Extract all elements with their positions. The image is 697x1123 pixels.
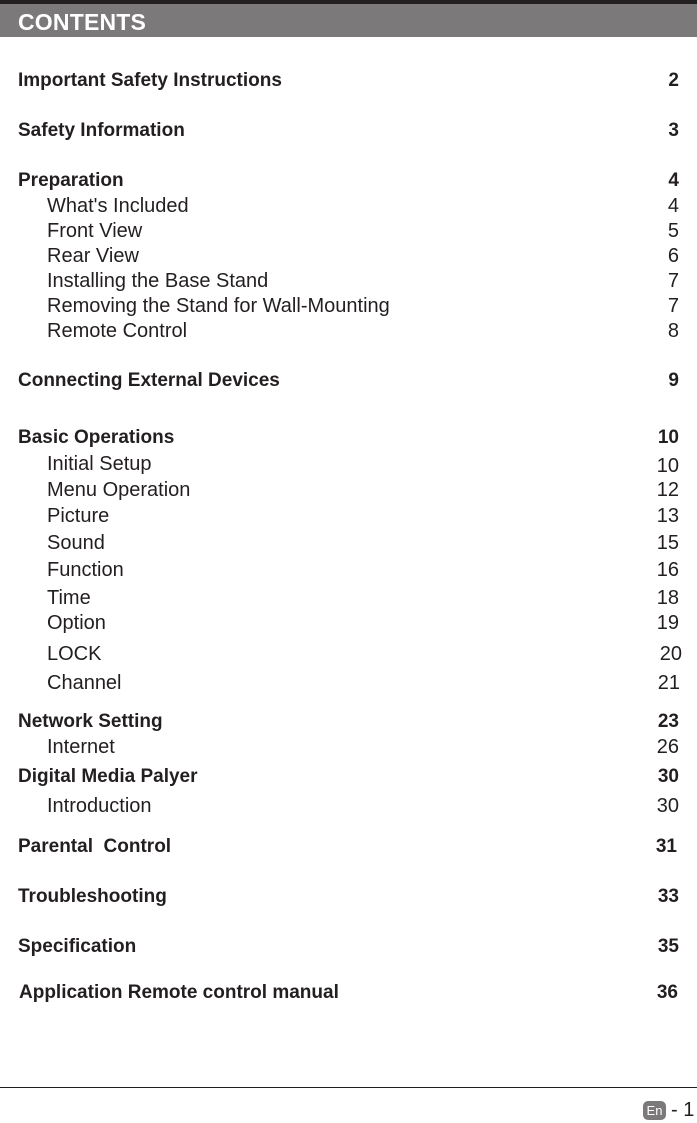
toc-subentry-page: 12 [656, 479, 679, 501]
toc-subentry[interactable]: Rear View 6 [0, 244, 697, 268]
toc-subentry[interactable]: Time 18 [0, 586, 697, 610]
toc-subentry-page: 18 [656, 587, 679, 609]
toc-entry[interactable]: Preparation 4 [0, 169, 697, 193]
toc-entry[interactable]: Troubleshooting 33 [0, 885, 697, 909]
toc-entry-page: 2 [668, 70, 679, 91]
toc-entry-title: Important Safety Instructions [18, 70, 282, 91]
toc-entry-page: 36 [656, 982, 678, 1003]
toc-subentry-title: What's Included [47, 195, 189, 217]
toc-entry-page: 33 [657, 886, 679, 907]
toc-entry-title: Digital Media Palyer [18, 766, 198, 787]
toc-entry[interactable]: Parental Control 31 [0, 835, 697, 859]
toc-subentry[interactable]: Option 19 [0, 611, 697, 635]
toc-entry-title: Application Remote control manual [19, 982, 339, 1003]
toc-subentry-page: 10 [656, 455, 679, 477]
contents-header: CONTENTS [0, 4, 697, 37]
toc-subentry-title: Remote Control [47, 320, 188, 342]
toc-subentry-title: Initial Setup [47, 453, 152, 475]
toc-subentry[interactable]: Menu Operation 12 [0, 478, 697, 502]
toc-entry-page: 35 [657, 936, 679, 957]
toc-entry-page: 9 [668, 370, 679, 391]
toc-subentry-page: 5 [667, 220, 679, 242]
toc-subentry-page: 7 [667, 295, 679, 317]
toc-entry-title: Troubleshooting [18, 886, 167, 907]
toc-entry-page: 31 [655, 836, 677, 857]
toc-entry-title: Connecting External Devices [18, 370, 280, 391]
page-number: - 1 [671, 1099, 695, 1121]
toc-subentry-title: Time [47, 587, 91, 609]
toc-subentry-title: Channel [47, 672, 122, 694]
toc-subentry-title: Picture [47, 505, 110, 527]
toc-subentry-page: 13 [656, 505, 679, 527]
toc-subentry[interactable]: Channel 21 [0, 671, 697, 695]
toc-entry[interactable]: Digital Media Palyer 30 [0, 765, 697, 789]
toc-entry-title: Specification [18, 936, 137, 957]
toc-entry[interactable]: Specification 35 [0, 935, 697, 959]
toc-subentry-page: 19 [656, 612, 679, 634]
page-title: CONTENTS [18, 9, 147, 35]
toc-subentry-title: Rear View [47, 245, 139, 267]
toc-subentry-title: Option [47, 612, 106, 634]
toc-subentry-page: 8 [667, 320, 679, 342]
toc-entry[interactable]: Network Setting 23 [0, 710, 697, 734]
toc-entry-title: Safety Information [18, 120, 185, 141]
toc-entry[interactable]: Connecting External Devices 9 [0, 369, 697, 393]
toc-entry[interactable]: Safety Information 3 [0, 119, 697, 143]
toc-subentry-title: Function [47, 559, 124, 581]
toc-subentry[interactable]: Internet 26 [0, 735, 697, 759]
toc-entry-page: 4 [668, 170, 679, 191]
toc-entry-page: 30 [657, 766, 679, 787]
toc-subentry-page: 30 [656, 795, 679, 817]
toc-entry-title: Basic Operations [18, 427, 175, 448]
toc-subentry-title: Menu Operation [47, 479, 191, 501]
toc-subentry-title: Internet [47, 736, 115, 758]
toc-entry-title: Preparation [18, 170, 124, 191]
toc-entry-page: 10 [657, 427, 679, 448]
footer-divider [0, 1087, 697, 1088]
toc-subentry-title: LOCK [47, 643, 102, 665]
toc-subentry-title: Introduction [47, 795, 152, 817]
toc-subentry-page: 16 [656, 559, 679, 581]
toc-subentry[interactable]: Initial Setup 10 [0, 452, 697, 477]
toc-entry-title: Network Setting [18, 711, 163, 732]
toc-subentry[interactable]: What's Included 4 [0, 194, 697, 218]
toc-entry[interactable]: Basic Operations 10 [0, 426, 697, 450]
toc-subentry-page: 20 [659, 643, 682, 665]
toc-entry[interactable]: Important Safety Instructions 2 [0, 69, 697, 93]
toc-subentry-title: Removing the Stand for Wall-Mounting [47, 295, 390, 317]
toc-subentry[interactable]: Picture 13 [0, 504, 697, 528]
toc-subentry-page: 15 [656, 532, 679, 554]
toc-subentry[interactable]: Introduction 30 [0, 794, 697, 818]
toc-subentry-title: Installing the Base Stand [47, 270, 269, 292]
toc-subentry[interactable]: Front View 5 [0, 219, 697, 243]
toc-subentry-title: Sound [47, 532, 105, 554]
toc-subentry-page: 21 [657, 672, 680, 694]
toc-subentry-title: Front View [47, 220, 143, 242]
toc-entry[interactable]: Application Remote control manual 36 [0, 981, 697, 1005]
toc-subentry-page: 6 [667, 245, 679, 267]
toc-subentry[interactable]: Removing the Stand for Wall-Mounting 7 [0, 294, 697, 318]
language-badge: En [643, 1101, 666, 1120]
toc-subentry-page: 26 [656, 736, 679, 758]
toc-subentry[interactable]: Function 16 [0, 558, 697, 582]
toc-subentry-page: 4 [667, 195, 679, 217]
toc-entry-title: Parental Control [18, 836, 172, 857]
toc-subentry[interactable]: Remote Control 8 [0, 319, 697, 343]
toc-subentry[interactable]: Sound 15 [0, 531, 697, 555]
toc-subentry[interactable]: LOCK 20 [0, 642, 697, 666]
toc-entry-page: 3 [668, 120, 679, 141]
toc-entry-page: 23 [657, 711, 679, 732]
toc-subentry-page: 7 [667, 270, 679, 292]
toc-subentry[interactable]: Installing the Base Stand 7 [0, 269, 697, 293]
